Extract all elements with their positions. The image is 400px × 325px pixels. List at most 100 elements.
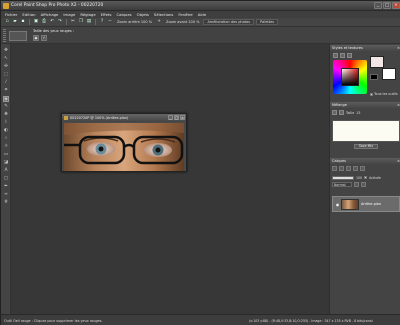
palettes-dropdown[interactable]: Palettes: [256, 19, 279, 25]
text-tool-icon[interactable]: A: [3, 168, 9, 174]
eraser-tool-icon[interactable]: ▭: [3, 152, 9, 158]
menu-objets[interactable]: Objets: [137, 12, 149, 17]
maximize-button[interactable]: □: [383, 2, 391, 9]
image-window-title-bar[interactable]: 00220720P @ 100% (Arrière-plan) _ □ ×: [62, 114, 186, 122]
saturation-square[interactable]: [341, 68, 359, 86]
dodge-tool-icon[interactable]: ◐: [3, 128, 9, 134]
menu-aide[interactable]: Aide: [198, 12, 206, 17]
mixer-size-value[interactable]: 15: [356, 111, 360, 115]
selection-tool-icon[interactable]: ⬚: [3, 72, 9, 78]
image-canvas[interactable]: [64, 123, 184, 171]
undo-icon[interactable]: ↶: [49, 19, 55, 25]
redo-icon[interactable]: ↷: [57, 19, 63, 25]
swatches-tab-icon[interactable]: [347, 53, 352, 58]
pen-tool-icon[interactable]: ✒: [3, 184, 9, 190]
help-icon[interactable]: ?: [99, 19, 105, 25]
mixer-palette-title[interactable]: Mélange ×: [330, 102, 400, 108]
eye-preview-icon[interactable]: ◉: [33, 35, 39, 41]
window-title: Corel Paint Shop Pro Photo X2 - 00220720: [11, 3, 104, 8]
status-bar: Outil Oeil rouge : Cliquez pour supprime…: [1, 314, 400, 325]
pick-tool-icon[interactable]: ↖: [3, 56, 9, 62]
eyedropper-tool-icon[interactable]: ⁄: [3, 80, 9, 86]
move-tool-icon[interactable]: ✣: [3, 64, 9, 70]
drag-handle[interactable]: [3, 29, 6, 42]
close-button[interactable]: ×: [392, 2, 400, 9]
menu-effets[interactable]: Effets: [101, 12, 112, 17]
menu-selections[interactable]: Sélections: [154, 12, 173, 17]
image-maximize-button[interactable]: □: [174, 115, 179, 120]
cut-icon[interactable]: ✂: [70, 19, 76, 25]
materials-palette-title[interactable]: Styles et textures ×: [330, 45, 400, 51]
menu-reglage[interactable]: Réglage: [80, 12, 95, 17]
zoom-out-button[interactable]: Zoom arrière 100 %: [117, 20, 152, 24]
warp-brush-icon[interactable]: ≈: [3, 192, 9, 198]
paint-brush-tool-icon[interactable]: ✎: [3, 104, 9, 110]
red-eye-tool-icon[interactable]: ◉: [3, 96, 9, 102]
clone-brush-tool-icon[interactable]: ❋: [3, 112, 9, 118]
foreground-color-swatch[interactable]: [370, 56, 384, 68]
preset-icon[interactable]: [9, 31, 27, 41]
pan-tool-icon[interactable]: ✥: [3, 48, 9, 54]
smudge-tool-icon[interactable]: ☝: [3, 136, 9, 142]
lighten-tool-icon[interactable]: ☼: [3, 144, 9, 150]
app-window: Corel Paint Shop Pro Photo X2 - 00220720…: [0, 0, 400, 325]
tools-toolbar: ✥ ↖ ✣ ⬚ ⁄ ⌗ ◉ ✎ ❋ ⌇ ◐ ☝ ☼ ▭ ◪ A ▢ ✒ ≈ #: [1, 44, 11, 314]
open-folder-icon[interactable]: ▰: [12, 19, 18, 25]
status-info: (x:103 y:88) - (R:48,V:33,B:10,O:255) - …: [249, 319, 373, 323]
image-icon: [64, 116, 68, 120]
copy-icon[interactable]: ❐: [78, 19, 84, 25]
mixer-knife-icon[interactable]: [339, 110, 344, 115]
save-icon[interactable]: ▪: [20, 19, 26, 25]
rainbow-tab-icon[interactable]: [340, 53, 345, 58]
mixer-canvas[interactable]: [332, 120, 400, 142]
print-icon[interactable]: ⎙: [41, 19, 47, 25]
opacity-value[interactable]: 100: [356, 176, 362, 180]
duplicate-layer-icon[interactable]: [346, 166, 351, 171]
all-tools-checkbox[interactable]: Tous les outils: [370, 92, 398, 96]
image-close-button[interactable]: ×: [180, 115, 185, 120]
layers-palette-title[interactable]: Calques ×: [330, 158, 400, 164]
delete-layer-icon[interactable]: [353, 166, 358, 171]
layer-properties-icon[interactable]: [360, 166, 365, 171]
image-window[interactable]: 00220720P @ 100% (Arrière-plan) _ □ ×: [61, 113, 187, 172]
flood-fill-tool-icon[interactable]: ◪: [3, 160, 9, 166]
scan-icon[interactable]: ▣: [33, 19, 39, 25]
shape-tool-icon[interactable]: ▢: [3, 176, 9, 182]
zoom-in-button[interactable]: Zoom avant 100 %: [166, 20, 199, 24]
mixer-size-label: Taille: [346, 110, 355, 115]
stroke-color-swatch[interactable]: [370, 74, 378, 80]
new-file-icon[interactable]: ▫: [4, 19, 10, 25]
menu-fichier[interactable]: Fichier: [5, 12, 17, 17]
lock-transparency-icon[interactable]: [354, 182, 359, 187]
menu-calques[interactable]: Calques: [116, 12, 131, 17]
image-minimize-button[interactable]: _: [168, 115, 173, 120]
frame-tab-icon[interactable]: [333, 53, 338, 58]
new-layer-icon[interactable]: [332, 166, 337, 171]
menu-edition[interactable]: Edition: [22, 12, 35, 17]
mesh-warp-icon[interactable]: #: [3, 200, 9, 206]
layer-row-background[interactable]: ◉ Arrière-plan: [332, 196, 400, 212]
color-picker[interactable]: [333, 60, 367, 94]
opacity-slider[interactable]: [332, 175, 354, 180]
visibility-eye-icon[interactable]: ◉: [335, 202, 340, 207]
menu-fenetre[interactable]: Fenêtre: [178, 12, 192, 17]
zoom-in-icon[interactable]: +: [156, 19, 162, 25]
workspace: [11, 44, 329, 314]
menu-image[interactable]: Image: [63, 12, 75, 17]
zoom-out-icon[interactable]: −: [107, 19, 113, 25]
new-mask-icon[interactable]: [339, 166, 344, 171]
menu-affichage[interactable]: Affichage: [41, 12, 59, 17]
paste-icon[interactable]: ▤: [86, 19, 92, 25]
enhance-photo-dropdown[interactable]: Amélioration des photos: [203, 19, 255, 25]
background-color-swatch[interactable]: [382, 68, 396, 80]
save-mix-button[interactable]: Save Mix: [354, 144, 378, 149]
scratch-remover-icon[interactable]: ⌇: [3, 120, 9, 126]
auto-checkbox[interactable]: [364, 176, 368, 179]
layer-thumbnail: [341, 199, 359, 210]
link-layer-icon[interactable]: [361, 182, 366, 187]
mixer-brush-icon[interactable]: [332, 110, 337, 115]
blend-mode-dropdown[interactable]: Normal: [332, 182, 352, 187]
minimize-button[interactable]: _: [374, 2, 382, 9]
crop-tool-icon[interactable]: ⌗: [3, 88, 9, 94]
apply-icon[interactable]: ✓: [41, 35, 47, 41]
